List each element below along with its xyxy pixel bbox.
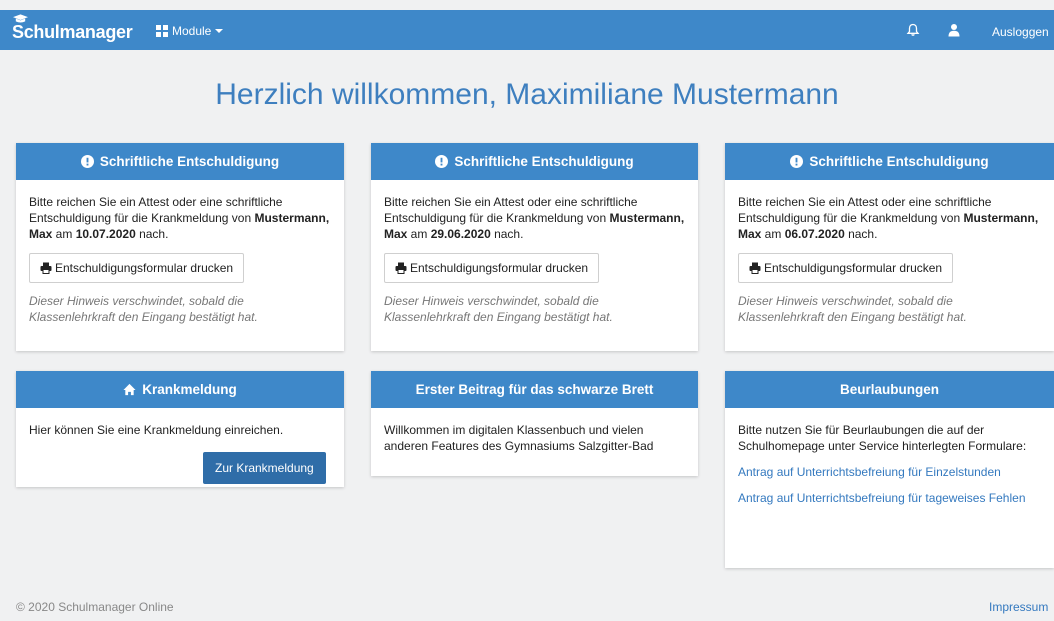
card-header: Erster Beitrag für das schwarze Brett	[371, 371, 698, 408]
hint-text: Dieser Hinweis verschwindet, sobald die …	[384, 294, 613, 324]
module-label: Module	[172, 24, 212, 38]
card-title: Krankmeldung	[142, 382, 237, 397]
absence-date: 06.07.2020	[784, 227, 845, 241]
sick-note-text: Hier können Sie eine Krankmeldung einrei…	[29, 423, 284, 437]
sick-note-card: Krankmeldung Hier können Sie eine Krankm…	[16, 371, 344, 487]
print-form-button[interactable]: Entschuldigungsformular drucken	[29, 253, 245, 283]
sick-note-button[interactable]: Zur Krankmeldung	[203, 452, 326, 484]
absence-text: Bitte reichen Sie ein Attest oder eine s…	[738, 195, 1039, 241]
absence-text: Bitte reichen Sie ein Attest oder eine s…	[384, 195, 685, 241]
card-header: Schriftliche Entschuldigung	[725, 143, 1054, 180]
print-form-button[interactable]: Entschuldigungsformular drucken	[384, 253, 600, 283]
hint-text: Dieser Hinweis verschwindet, sobald die …	[738, 294, 967, 324]
top-navbar: Schulmanager Module Ausloggen	[0, 10, 1054, 50]
exclamation-circle-icon	[80, 155, 94, 168]
absence-card: Schriftliche Entschuldigung Bitte reiche…	[16, 143, 344, 351]
grid-icon	[156, 25, 168, 37]
brand-name: Schulmanager	[12, 22, 133, 42]
absence-date: 10.07.2020	[75, 227, 136, 241]
leave-card: Beurlaubungen Bitte nutzen Sie für Beurl…	[725, 371, 1054, 568]
card-title: Schriftliche Entschuldigung	[454, 154, 634, 169]
home-icon	[123, 383, 136, 396]
print-form-button[interactable]: Entschuldigungsformular drucken	[738, 253, 954, 283]
caret-down-icon	[215, 29, 224, 33]
board-post-card: Erster Beitrag für das schwarze Brett Wi…	[371, 371, 698, 476]
imprint-link[interactable]: Impressum	[989, 600, 1048, 614]
card-title: Schriftliche Entschuldigung	[809, 154, 989, 169]
leave-text: Bitte nutzen Sie für Beurlaubungen die a…	[738, 423, 1027, 453]
print-icon	[749, 262, 761, 274]
card-header: Beurlaubungen	[725, 371, 1054, 408]
page-title: Herzlich willkommen, Maximiliane Musterm…	[215, 78, 839, 111]
bell-icon[interactable]	[906, 23, 920, 37]
link-single-hours[interactable]: Antrag auf Unterrichtsbefreiung für Einz…	[738, 464, 1041, 480]
absence-card: Schriftliche Entschuldigung Bitte reiche…	[371, 143, 698, 351]
card-header: Schriftliche Entschuldigung	[16, 143, 344, 180]
exclamation-circle-icon	[790, 155, 804, 168]
module-menu-button[interactable]: Module	[156, 22, 224, 40]
hint-text: Dieser Hinweis verschwindet, sobald die …	[29, 294, 258, 324]
logout-link[interactable]: Ausloggen	[992, 25, 1049, 39]
absence-date: 29.06.2020	[430, 227, 491, 241]
card-title: Beurlaubungen	[839, 382, 939, 397]
user-icon[interactable]	[947, 23, 961, 37]
card-title: Erster Beitrag für das schwarze Brett	[415, 382, 654, 397]
print-icon	[40, 262, 52, 274]
print-button-label: Entschuldigungsformular drucken	[55, 261, 234, 275]
link-days[interactable]: Antrag auf Unterrichtsbefreiung für tage…	[738, 490, 1041, 506]
print-button-label: Entschuldigungsformular drucken	[410, 261, 589, 275]
card-title: Schriftliche Entschuldigung	[99, 154, 280, 169]
board-post-text: Willkommen im digitalen Klassenbuch und …	[384, 423, 654, 453]
print-button-label: Entschuldigungsformular drucken	[764, 261, 943, 275]
card-header: Krankmeldung	[16, 371, 344, 408]
copyright-text: © 2020 Schulmanager Online	[16, 600, 174, 614]
absence-card: Schriftliche Entschuldigung Bitte reiche…	[725, 143, 1054, 351]
card-header: Schriftliche Entschuldigung	[371, 143, 698, 180]
absence-text: Bitte reichen Sie ein Attest oder eine s…	[29, 195, 330, 241]
exclamation-circle-icon	[435, 155, 449, 168]
print-icon	[395, 262, 407, 274]
